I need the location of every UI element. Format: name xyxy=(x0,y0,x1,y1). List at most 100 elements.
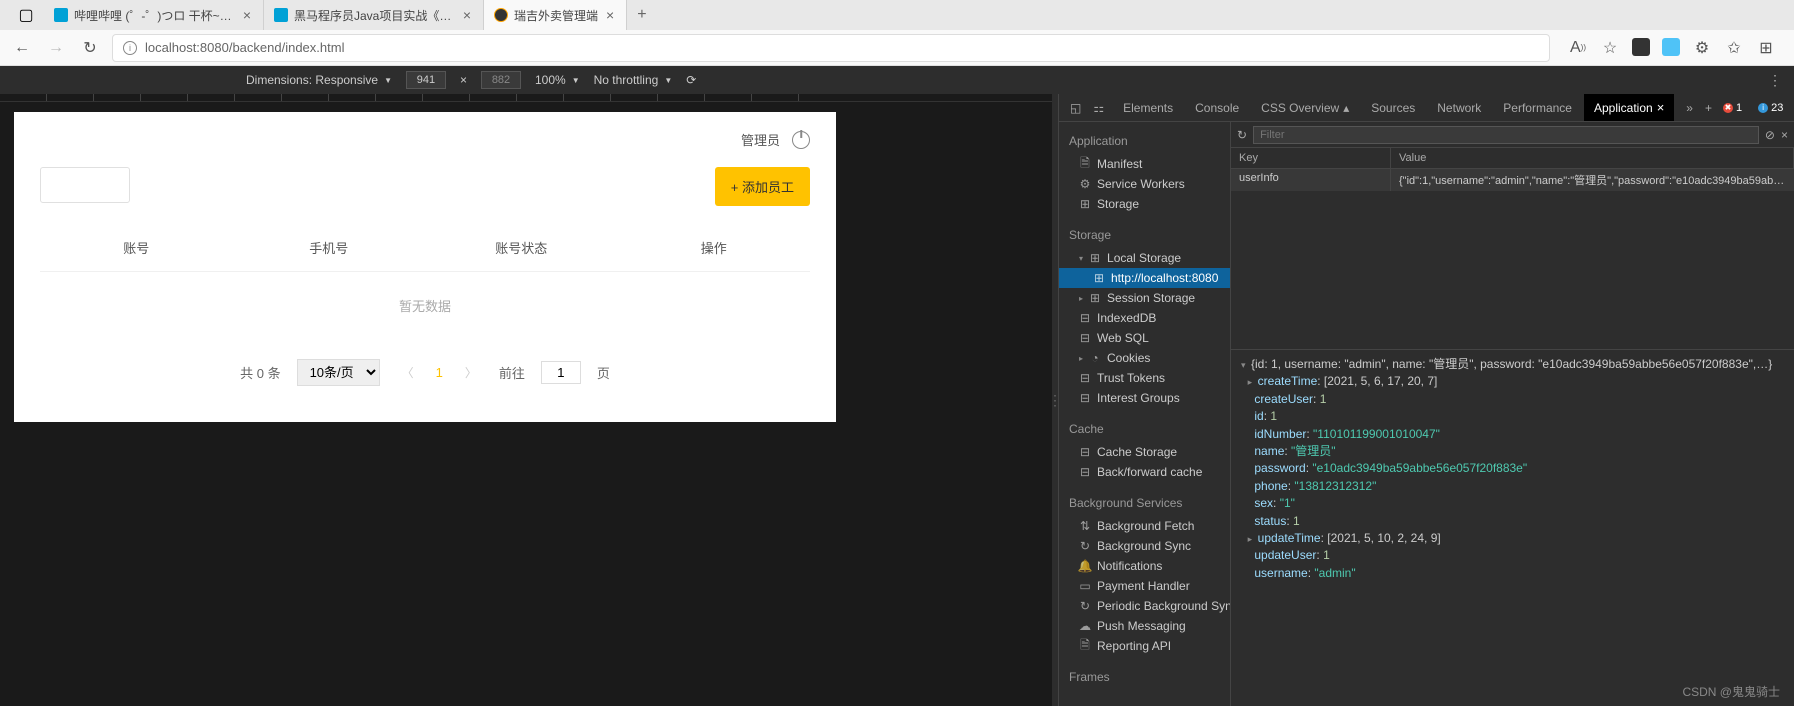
goto-label: 前往 xyxy=(499,363,525,382)
dimensions-dropdown[interactable]: Dimensions: Responsive ▼ xyxy=(246,73,392,87)
goto-input[interactable] xyxy=(541,361,581,384)
perpage-select[interactable]: 10条/页 xyxy=(297,359,380,386)
next-page[interactable]: 〉 xyxy=(459,364,483,381)
section-storage: Storage xyxy=(1059,222,1230,248)
bell-icon: 🔔 xyxy=(1079,560,1091,572)
current-page[interactable]: 1 xyxy=(436,365,443,380)
tab-manager-icon[interactable]: ▢ xyxy=(16,5,36,25)
item-periodic-sync[interactable]: ↻Periodic Background Sync xyxy=(1059,596,1230,616)
info-badge[interactable]: i23 xyxy=(1753,101,1788,115)
chevron-right-icon: ▸ xyxy=(1079,354,1083,363)
logout-icon[interactable] xyxy=(792,131,810,149)
url-input[interactable]: i localhost:8080/backend/index.html xyxy=(112,34,1550,62)
add-employee-button[interactable]: + 添加员工 xyxy=(715,167,810,206)
database-icon: ⊟ xyxy=(1079,312,1091,324)
new-tab-button[interactable]: + xyxy=(627,6,656,24)
tab-application[interactable]: Application× xyxy=(1584,94,1674,121)
item-payment[interactable]: ▭Payment Handler xyxy=(1059,576,1230,596)
url-text: localhost:8080/backend/index.html xyxy=(145,40,344,55)
watermark: CSDN @鬼鬼骑士 xyxy=(1682,683,1780,700)
inspect-icon[interactable]: ◱ xyxy=(1065,101,1086,115)
tab-heima[interactable]: 黑马程序员Java项目实战《瑞吉 × xyxy=(264,0,484,30)
tab-performance[interactable]: Performance xyxy=(1493,94,1582,121)
grid-icon: ⊞ xyxy=(1089,292,1101,304)
back-button[interactable]: ← xyxy=(10,36,34,60)
rotate-icon[interactable]: ⟳ xyxy=(686,73,696,87)
extension-icon[interactable] xyxy=(1662,38,1680,56)
item-notifications[interactable]: 🔔Notifications xyxy=(1059,556,1230,576)
database-icon: ⊟ xyxy=(1079,466,1091,478)
search-input[interactable] xyxy=(40,167,130,203)
tab-sources[interactable]: Sources xyxy=(1361,94,1425,121)
prev-page[interactable]: 〈 xyxy=(396,364,420,381)
item-websql[interactable]: ⊟Web SQL xyxy=(1059,328,1230,348)
grid-icon: ⊞ xyxy=(1089,252,1101,264)
extensions-icon[interactable]: ⚙ xyxy=(1692,38,1712,58)
close-icon[interactable]: × xyxy=(604,7,616,23)
section-bgservices: Background Services xyxy=(1059,490,1230,516)
current-user-label: 管理员 xyxy=(741,130,780,149)
cell-key: userInfo xyxy=(1231,169,1391,191)
expand-icon[interactable]: + xyxy=(1705,101,1712,115)
read-aloud-icon[interactable]: A)) xyxy=(1568,38,1588,58)
more-tabs[interactable]: » xyxy=(1676,94,1703,121)
device-icon[interactable]: ⚏ xyxy=(1088,101,1109,115)
chevron-down-icon: ▾ xyxy=(1079,254,1083,263)
item-service-workers[interactable]: ⚙Service Workers xyxy=(1059,174,1230,194)
storage-row[interactable]: userInfo {"id":1,"username":"admin","nam… xyxy=(1231,169,1794,191)
tab-label: 哔哩哔哩 (゜-゜)つロ 干杯~-bilib xyxy=(74,7,235,24)
extension-icon[interactable] xyxy=(1632,38,1650,56)
favorites-icon[interactable]: ✩ xyxy=(1724,38,1744,58)
tab-console[interactable]: Console xyxy=(1185,94,1249,121)
close-icon[interactable]: × xyxy=(1657,100,1665,115)
item-bg-fetch[interactable]: ⇅Background Fetch xyxy=(1059,516,1230,536)
address-bar: ← → ↻ i localhost:8080/backend/index.htm… xyxy=(0,30,1794,66)
close-icon[interactable]: × xyxy=(241,7,253,23)
item-session-storage[interactable]: ▸⊞Session Storage xyxy=(1059,288,1230,308)
item-local-storage[interactable]: ▾⊞Local Storage xyxy=(1059,248,1230,268)
item-storage[interactable]: ⊞Storage xyxy=(1059,194,1230,214)
throttling-dropdown[interactable]: No throttling ▼ xyxy=(594,73,673,87)
zoom-dropdown[interactable]: 100% ▼ xyxy=(535,73,580,87)
item-trust-tokens[interactable]: ⊟Trust Tokens xyxy=(1059,368,1230,388)
item-push[interactable]: ☁Push Messaging xyxy=(1059,616,1230,636)
tab-reggie[interactable]: 瑞吉外卖管理端 × xyxy=(484,0,627,30)
forward-button[interactable]: → xyxy=(44,36,68,60)
tab-css-overview[interactable]: CSS Overview ▴ xyxy=(1251,94,1359,121)
item-bg-sync[interactable]: ↻Background Sync xyxy=(1059,536,1230,556)
sync-icon: ↻ xyxy=(1079,540,1091,552)
clear-icon[interactable]: ⊘ xyxy=(1765,128,1775,142)
responsive-toolbar: Dimensions: Responsive ▼ × 100% ▼ No thr… xyxy=(0,66,1794,94)
item-cache-storage[interactable]: ⊟Cache Storage xyxy=(1059,442,1230,462)
close-icon[interactable]: × xyxy=(461,7,473,23)
devtools-panel: ◱ ⚏ Elements Console CSS Overview ▴ Sour… xyxy=(1058,94,1794,706)
filter-input[interactable] xyxy=(1253,126,1759,144)
tab-elements[interactable]: Elements xyxy=(1113,94,1183,121)
favorite-icon[interactable]: ☆ xyxy=(1600,38,1620,58)
item-indexeddb[interactable]: ⊟IndexedDB xyxy=(1059,308,1230,328)
item-interest-groups[interactable]: ⊟Interest Groups xyxy=(1059,388,1230,408)
tab-bilibili[interactable]: 哔哩哔哩 (゜-゜)つロ 干杯~-bilib × xyxy=(44,0,264,30)
fetch-icon: ⇅ xyxy=(1079,520,1091,532)
refresh-icon[interactable]: ↻ xyxy=(1237,128,1247,142)
item-bfcache[interactable]: ⊟Back/forward cache xyxy=(1059,462,1230,482)
section-application: Application xyxy=(1059,128,1230,154)
col-key[interactable]: Key xyxy=(1231,148,1391,168)
delete-icon[interactable]: × xyxy=(1781,128,1788,142)
col-phone: 手机号 xyxy=(233,238,426,257)
error-badge[interactable]: ✖1 xyxy=(1718,101,1747,115)
height-input[interactable] xyxy=(481,71,521,89)
more-icon[interactable]: ⋮ xyxy=(1768,72,1782,89)
col-account: 账号 xyxy=(40,238,233,257)
collections-icon[interactable]: ⊞ xyxy=(1756,38,1776,58)
col-value[interactable]: Value xyxy=(1391,148,1794,168)
item-manifest[interactable]: 🗎Manifest xyxy=(1059,154,1230,174)
item-local-storage-url[interactable]: ⊞http://localhost:8080 xyxy=(1059,268,1230,288)
site-info-icon[interactable]: i xyxy=(123,41,137,55)
item-reporting[interactable]: 🗎Reporting API xyxy=(1059,636,1230,656)
refresh-button[interactable]: ↻ xyxy=(78,36,102,60)
item-cookies[interactable]: ▸◔Cookies xyxy=(1059,348,1230,368)
tab-network[interactable]: Network xyxy=(1427,94,1491,121)
width-input[interactable] xyxy=(406,71,446,89)
database-icon: ⊟ xyxy=(1079,372,1091,384)
